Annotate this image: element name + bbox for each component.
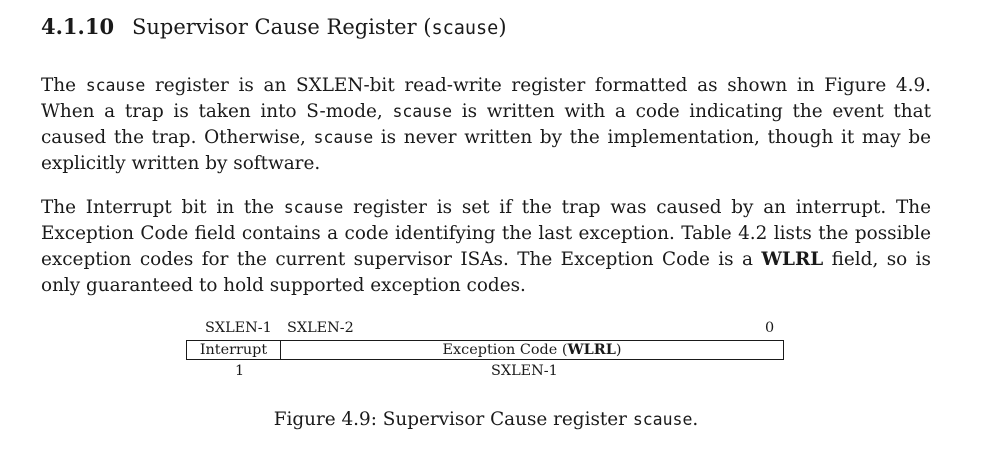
section-title-end: ) xyxy=(498,15,507,39)
figure-caption: Figure 4.9: Supervisor Cause register sc… xyxy=(0,409,972,430)
section-heading: 4.1.10 Supervisor Cause Register (scause) xyxy=(41,14,507,39)
section-title-code: scause xyxy=(431,18,499,39)
bit-label-sxlen-2: SXLEN-2 xyxy=(287,320,354,336)
p1-code-2: scause xyxy=(392,102,453,121)
bit-label-sxlen-1: SXLEN-1 xyxy=(205,320,272,336)
field-interrupt: Interrupt xyxy=(187,341,281,359)
width-label-exception: SXLEN-1 xyxy=(491,363,558,379)
caption-end: . xyxy=(692,409,699,430)
width-label-interrupt: 1 xyxy=(235,363,245,379)
field-exception-end: ) xyxy=(615,342,622,358)
paragraph-1: The scause register is an SXLEN-bit read… xyxy=(41,73,931,177)
section-number: 4.1.10 xyxy=(41,14,115,39)
field-exception-label: Exception Code ( xyxy=(442,342,568,358)
bit-label-0: 0 xyxy=(765,320,775,336)
section-title: Supervisor Cause Register ( xyxy=(132,15,432,39)
p1-code-1: scause xyxy=(85,76,146,95)
caption-code: scause xyxy=(632,410,693,429)
caption-text: Figure 4.9: Supervisor Cause register xyxy=(273,409,633,430)
paragraph-2: The Interrupt bit in the scause register… xyxy=(41,195,931,299)
register-box: Interrupt Exception Code (WLRL) xyxy=(186,340,784,360)
p2-bold-wlrl: WLRL xyxy=(761,249,824,270)
field-exception-wlrl: WLRL xyxy=(567,341,616,358)
p1-code-3: scause xyxy=(313,128,374,147)
p1-text-1: The xyxy=(41,75,86,96)
p2-text-1: The Interrupt bit in the xyxy=(41,197,284,218)
field-exception-code: Exception Code (WLRL) xyxy=(281,341,783,359)
p2-code-1: scause xyxy=(283,198,344,217)
